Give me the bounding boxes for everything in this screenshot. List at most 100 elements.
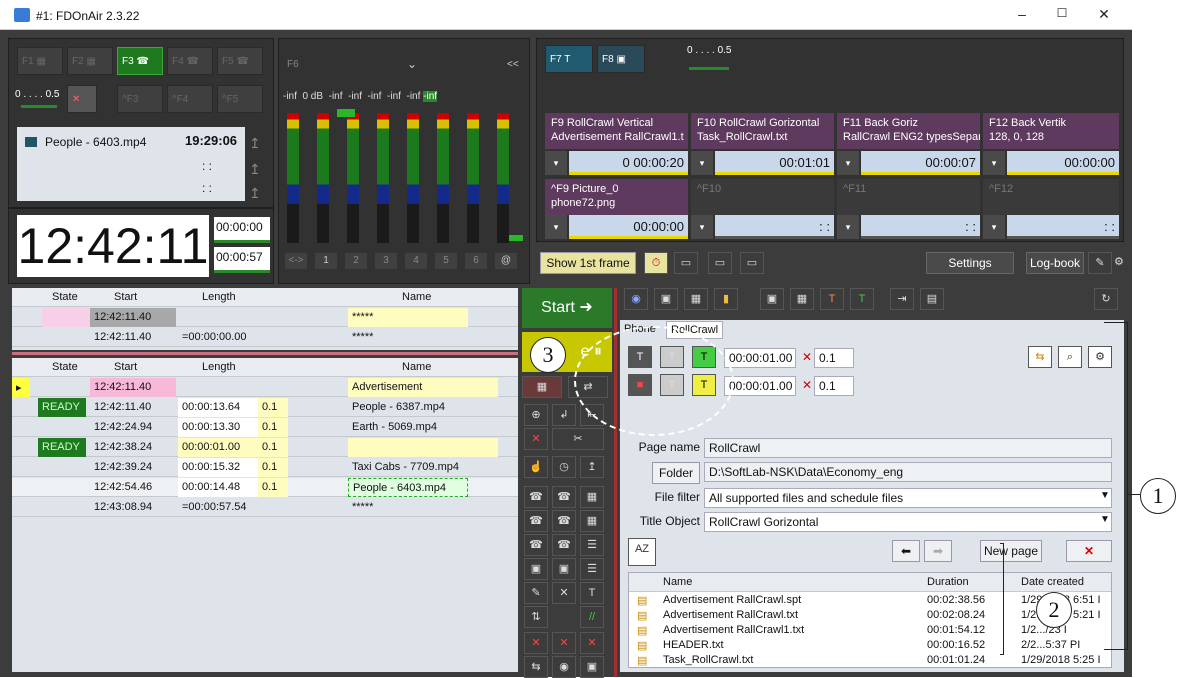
text-icon[interactable]: T bbox=[850, 288, 874, 310]
dropdown-icon[interactable]: ⌄ bbox=[407, 57, 417, 71]
up-arrow-icon[interactable]: ↥ bbox=[249, 161, 261, 178]
list-item[interactable]: ▤ Advertisement RallCrawl1.txt 00:01:54.12… bbox=[629, 623, 1111, 638]
chart-icon[interactable]: ▮ bbox=[714, 288, 738, 310]
image-icon[interactable]: ▣ bbox=[552, 558, 576, 580]
phone-icon[interactable]: ☎ bbox=[552, 510, 576, 532]
ctrl-f5-key[interactable]: ^F5 bbox=[217, 85, 263, 113]
clock-icon[interactable]: ⏱ bbox=[644, 252, 668, 274]
up-arrow-icon[interactable]: ↥ bbox=[249, 185, 261, 202]
grid-icon[interactable]: ▦ bbox=[580, 510, 604, 532]
image-icon[interactable]: ▣ bbox=[524, 558, 548, 580]
save-icon[interactable]: ▣ bbox=[580, 656, 604, 678]
grid-icon[interactable]: ▦ bbox=[522, 376, 562, 398]
f7-key[interactable]: F7 T bbox=[545, 45, 593, 73]
shuffle-icon[interactable]: ⇅ bbox=[524, 606, 548, 628]
channel-2-button[interactable]: 2 bbox=[345, 253, 367, 269]
link-button[interactable]: <-> bbox=[285, 253, 307, 269]
monitor-icon[interactable]: ▭ bbox=[674, 252, 698, 274]
pkey-ctrl-f10[interactable]: ^F10 bbox=[691, 179, 834, 215]
slash-icon[interactable]: // bbox=[580, 606, 604, 628]
sort-icon[interactable]: AZ bbox=[628, 538, 656, 566]
show-first-frame-button[interactable]: Show 1st frame bbox=[540, 252, 636, 274]
channel-4-button[interactable]: 4 bbox=[405, 253, 427, 269]
pkey-f10[interactable]: F10 RollCrawl Gorizontal Task_RollCrawl.t… bbox=[691, 113, 834, 149]
pkey-f12[interactable]: F12 Back Vertik 128, 0, 128 bbox=[983, 113, 1119, 149]
image-icon[interactable]: ▣ bbox=[760, 288, 784, 310]
search-icon[interactable]: ⌕ bbox=[1058, 346, 1082, 368]
phone-icon[interactable]: ☎ bbox=[524, 510, 548, 532]
settings-button[interactable]: Settings bbox=[926, 252, 1014, 274]
phone-icon[interactable]: ☎ bbox=[524, 534, 548, 556]
mic-off-icon[interactable]: ✕ bbox=[552, 582, 576, 604]
ctrl-f3-key[interactable]: ^F3 bbox=[117, 85, 163, 113]
pkey-f9[interactable]: F9 RollCrawl Vertical Advertisement RallC… bbox=[545, 113, 688, 149]
return-icon[interactable]: ↲ bbox=[552, 404, 576, 426]
text-icon[interactable]: T bbox=[820, 288, 844, 310]
f2-key[interactable]: F2 ▦ bbox=[67, 47, 113, 75]
mute-icon[interactable]: ✕ bbox=[67, 85, 97, 113]
channel-5-button[interactable]: 5 bbox=[435, 253, 457, 269]
collapse-button[interactable]: << bbox=[507, 59, 519, 70]
f5-key[interactable]: F5 ☎ bbox=[217, 47, 263, 75]
list-item[interactable]: ▤ Task_RollCrawl.txt 00:01:01.24 1/29/2018 … bbox=[629, 653, 1111, 668]
export-icon[interactable]: ▭ bbox=[708, 252, 732, 274]
pkey-ctrl-f9[interactable]: ^F9 Picture_0 phone72.png bbox=[545, 179, 688, 215]
fader-knob[interactable] bbox=[337, 109, 355, 117]
time-field-1[interactable]: 00:00:01.00 bbox=[724, 348, 796, 368]
channel-6-button[interactable]: 6 bbox=[465, 253, 487, 269]
channel-3-button[interactable]: 3 bbox=[375, 253, 397, 269]
record-icon[interactable]: ◉ bbox=[552, 656, 576, 678]
list-icon[interactable]: ☰ bbox=[580, 558, 604, 580]
table-row[interactable]: 12:43:08.94 =00:00:57.54 ***** bbox=[12, 498, 518, 517]
file-filter-select[interactable]: All supported files and schedule files bbox=[704, 488, 1112, 508]
f4-key[interactable]: F4 ☎ bbox=[167, 47, 213, 75]
table-row[interactable]: READY 12:42:11.40 00:00:13.64 0.1 People… bbox=[12, 398, 518, 417]
import-icon[interactable]: ▭ bbox=[740, 252, 764, 274]
pkey-ctrl-f10-dropdown[interactable]: ▾ bbox=[691, 215, 713, 239]
insert-icon[interactable]: ⊕ bbox=[524, 404, 548, 426]
gear-icon[interactable]: ⚙ bbox=[1114, 252, 1124, 274]
delete-icon[interactable]: ✕ bbox=[552, 632, 576, 654]
maximize-button[interactable]: ☐ bbox=[1052, 6, 1072, 24]
grid-icon[interactable]: ▦ bbox=[790, 288, 814, 310]
folder-button[interactable]: Folder bbox=[652, 462, 700, 484]
up-arrow-icon[interactable]: ↥ bbox=[249, 135, 261, 152]
speed-field-1[interactable]: 0.1 bbox=[814, 348, 854, 368]
table-row[interactable]: 12:42:24.94 00:00:13.30 0.1 Earth - 5069… bbox=[12, 418, 518, 437]
film-icon[interactable]: ▦ bbox=[684, 288, 708, 310]
f1-key[interactable]: F1 ▦ bbox=[17, 47, 63, 75]
page-name-field[interactable]: RollCrawl bbox=[704, 438, 1112, 458]
delete-icon[interactable]: ✕ bbox=[580, 632, 604, 654]
table-row[interactable]: ▸ 12:42:11.40 Advertisement bbox=[12, 378, 518, 397]
table-row[interactable]: READY 12:42:38.24 00:00:01.00 0.1 bbox=[12, 438, 518, 457]
pkey-ctrl-f12-dropdown[interactable]: ▾ bbox=[983, 215, 1005, 239]
title-object-select[interactable]: RollCrawl Gorizontal bbox=[704, 512, 1112, 532]
time-field-2[interactable]: 00:00:01.00 bbox=[724, 376, 796, 396]
forward-arrow-button[interactable]: ➡ bbox=[924, 540, 952, 562]
back-arrow-button[interactable]: ⬅ bbox=[892, 540, 920, 562]
new-page-button[interactable]: New page bbox=[980, 540, 1042, 562]
pkey-f9-dropdown[interactable]: ▾ bbox=[545, 151, 567, 175]
image-icon[interactable]: ▣ bbox=[654, 288, 678, 310]
at-button[interactable]: @ bbox=[495, 253, 517, 269]
start-button[interactable]: Start ➜ bbox=[522, 288, 612, 328]
up-arrow-icon[interactable]: ↥ bbox=[580, 456, 604, 478]
speed-field-2[interactable]: 0.1 bbox=[814, 376, 854, 396]
pkey-f10-dropdown[interactable]: ▾ bbox=[691, 151, 713, 175]
pkey-f11[interactable]: F11 Back Goriz RallCrawl ENG2 typesSepar bbox=[837, 113, 980, 149]
phone-icon[interactable]: ☎ bbox=[552, 486, 576, 508]
mic-icon[interactable]: ✎ bbox=[524, 582, 548, 604]
table-row[interactable]: 12:42:54.46 00:00:14.48 0.1 People - 640… bbox=[12, 478, 518, 497]
table-row[interactable]: 12:42:11.40 =00:00:00.00 ***** bbox=[12, 328, 518, 347]
left-slider[interactable] bbox=[21, 105, 57, 108]
f3-key[interactable]: F3 ☎ bbox=[117, 47, 163, 75]
close-button[interactable]: ✕ bbox=[1094, 6, 1114, 24]
pkey-f11-dropdown[interactable]: ▾ bbox=[837, 151, 859, 175]
refresh-icon[interactable]: ↻ bbox=[1094, 288, 1118, 310]
pkey-ctrl-f11-dropdown[interactable]: ▾ bbox=[837, 215, 859, 239]
channel-1-button[interactable]: 1 bbox=[315, 253, 337, 269]
pkey-ctrl-f12[interactable]: ^F12 bbox=[983, 179, 1119, 215]
f8-key[interactable]: F8 ▣ bbox=[597, 45, 645, 73]
list-item[interactable]: ▤ HEADER.txt 00:00:16.52 2/2...5:37 PI bbox=[629, 638, 1111, 653]
hand-icon[interactable]: ☝ bbox=[524, 456, 548, 478]
